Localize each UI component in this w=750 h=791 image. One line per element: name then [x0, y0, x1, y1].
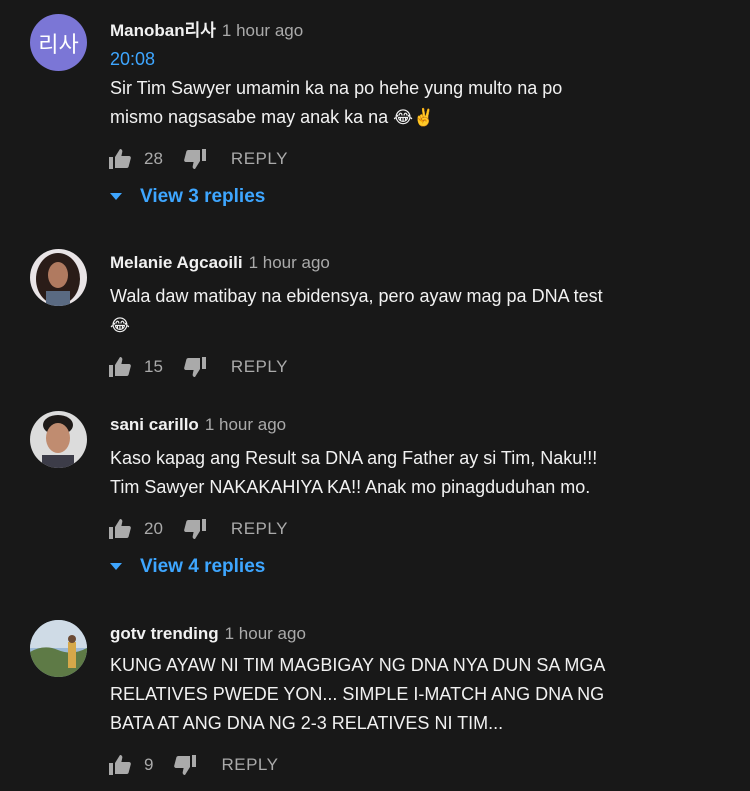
- comment-time[interactable]: 1 hour ago: [249, 253, 330, 272]
- view-replies-label: View 4 replies: [140, 556, 266, 577]
- dislike-button[interactable]: [173, 754, 197, 776]
- avatar[interactable]: 리사: [30, 14, 87, 71]
- avatar-photo: [30, 620, 87, 677]
- thumb-up-icon: [109, 357, 131, 377]
- like-button[interactable]: [108, 518, 132, 540]
- comment-text: KUNG AYAW NI TIM MAGBIGAY NG DNA NYA DUN…: [110, 651, 670, 738]
- comment-header: Melanie Agcaoili 1 hour ago: [110, 253, 330, 273]
- comment-text: Sir Tim Sawyer umamin ka na po hehe yung…: [110, 74, 670, 132]
- emoji: 😂✌️: [393, 108, 435, 127]
- comment-text-line: 😂: [110, 311, 670, 340]
- caret-down-icon: [110, 193, 122, 200]
- like-count: 15: [144, 357, 163, 376]
- thumb-up-icon: [109, 755, 131, 775]
- like-button[interactable]: [108, 356, 132, 378]
- comment-time[interactable]: 1 hour ago: [225, 624, 306, 643]
- avatar[interactable]: [30, 249, 87, 306]
- like-button[interactable]: [108, 754, 132, 776]
- thumb-down-icon: [174, 755, 197, 775]
- author-name[interactable]: Melanie Agcaoili: [110, 253, 243, 272]
- comment-text-line: Wala daw matibay na ebidensya, pero ayaw…: [110, 286, 603, 306]
- comment-time[interactable]: 1 hour ago: [205, 415, 286, 434]
- timestamp-link[interactable]: 20:08: [110, 49, 155, 70]
- thumb-down-icon: [184, 357, 206, 377]
- comment-text-line: mismo nagsasabe may anak ka na 😂✌️: [110, 103, 670, 132]
- reply-button[interactable]: REPLY: [231, 519, 288, 539]
- thumb-down-icon: [184, 149, 206, 169]
- comment-text-line: Kaso kapag ang Result sa DNA ang Father …: [110, 448, 598, 468]
- dislike-button[interactable]: [183, 518, 207, 540]
- author-name[interactable]: gotv trending: [110, 624, 219, 643]
- comment-text-line: RELATIVES PWEDE YON... SIMPLE I-MATCH AN…: [110, 684, 605, 704]
- comment-text-line: Sir Tim Sawyer umamin ka na po hehe yung…: [110, 78, 563, 98]
- author-name[interactable]: Manoban리사: [110, 21, 216, 40]
- dislike-button[interactable]: [183, 356, 207, 378]
- like-count: 28: [144, 149, 163, 168]
- thumb-up-icon: [109, 149, 131, 169]
- comment-actions: 28 REPLY: [108, 145, 288, 173]
- author-name[interactable]: sani carillo: [110, 415, 199, 434]
- comment-text: Wala daw matibay na ebidensya, pero ayaw…: [110, 282, 670, 340]
- comment-header: sani carillo 1 hour ago: [110, 415, 286, 435]
- comment-header: Manoban리사 1 hour ago: [110, 16, 303, 41]
- dislike-button[interactable]: [183, 148, 207, 170]
- comment-text-line: Tim Sawyer NAKAKAHIYA KA!! Anak mo pinag…: [110, 477, 591, 497]
- comment-text-line: KUNG AYAW NI TIM MAGBIGAY NG DNA NYA DUN…: [110, 655, 606, 675]
- like-button[interactable]: [108, 148, 132, 170]
- avatar-initials: 리사: [30, 14, 87, 71]
- like-count: 9: [144, 755, 154, 774]
- caret-down-icon: [110, 563, 122, 570]
- avatar-photo: [30, 411, 87, 468]
- comment-header: gotv trending 1 hour ago: [110, 624, 306, 644]
- reply-button[interactable]: REPLY: [231, 149, 288, 169]
- view-replies-button[interactable]: View 4 replies: [110, 556, 265, 578]
- comment-text-line: BATA AT ANG DNA NG 2-3 RELATIVES NI TIM.…: [110, 713, 504, 733]
- thumb-down-icon: [184, 519, 206, 539]
- comment-time[interactable]: 1 hour ago: [222, 21, 303, 40]
- view-replies-button[interactable]: View 3 replies: [110, 186, 265, 208]
- avatar[interactable]: [30, 620, 87, 677]
- reply-button[interactable]: REPLY: [231, 357, 288, 377]
- avatar-photo: [30, 249, 87, 306]
- avatar[interactable]: [30, 411, 87, 468]
- comment-actions: 9 REPLY: [108, 751, 278, 779]
- like-count: 20: [144, 519, 163, 538]
- comment-actions: 20 REPLY: [108, 515, 288, 543]
- comment-text-fragment: mismo nagsasabe may anak ka na: [110, 107, 389, 127]
- comment-actions: 15 REPLY: [108, 353, 288, 381]
- reply-button[interactable]: REPLY: [221, 755, 278, 775]
- view-replies-label: View 3 replies: [140, 186, 266, 207]
- emoji: 😂: [110, 316, 130, 335]
- comment-text: Kaso kapag ang Result sa DNA ang Father …: [110, 444, 670, 502]
- thumb-up-icon: [109, 519, 131, 539]
